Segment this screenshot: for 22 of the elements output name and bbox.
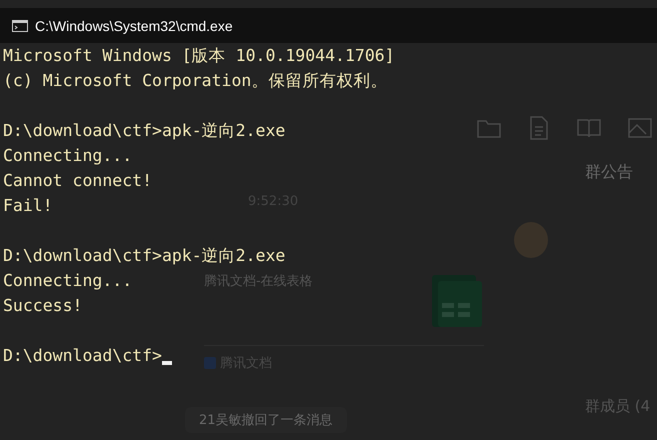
console-line: Connecting...: [3, 145, 132, 167]
recall-notice: 21吴敏撤回了一条消息: [185, 407, 347, 433]
folder-icon[interactable]: [477, 118, 501, 138]
console-line: Success!: [3, 295, 82, 317]
avatar-placeholder: [514, 222, 548, 258]
window-title: C:\Windows\System32\cmd.exe: [35, 18, 233, 34]
console-line: Cannot connect!: [3, 170, 152, 192]
image-icon[interactable]: [628, 118, 652, 138]
console-prompt: D:\download\ctf>: [3, 345, 162, 367]
console-line: D:\download\ctf>apk-逆向2.exe: [3, 120, 286, 142]
app-logo-icon: [204, 357, 216, 369]
console-line: D:\download\ctf>apk-逆向2.exe: [3, 245, 286, 267]
console-line: Connecting...: [3, 270, 132, 292]
announcement-heading: 群公告: [585, 162, 633, 183]
cursor-icon: [162, 360, 172, 364]
document-icon[interactable]: [529, 116, 549, 140]
console-icon: [12, 20, 28, 32]
book-icon[interactable]: [577, 118, 601, 138]
console-line: (c) Microsoft Corporation。保留所有权利。: [3, 70, 388, 92]
console-line: Microsoft Windows [版本 10.0.19044.1706]: [3, 45, 395, 67]
spreadsheet-icon: [432, 275, 482, 327]
console-line: Fail!: [3, 195, 53, 217]
